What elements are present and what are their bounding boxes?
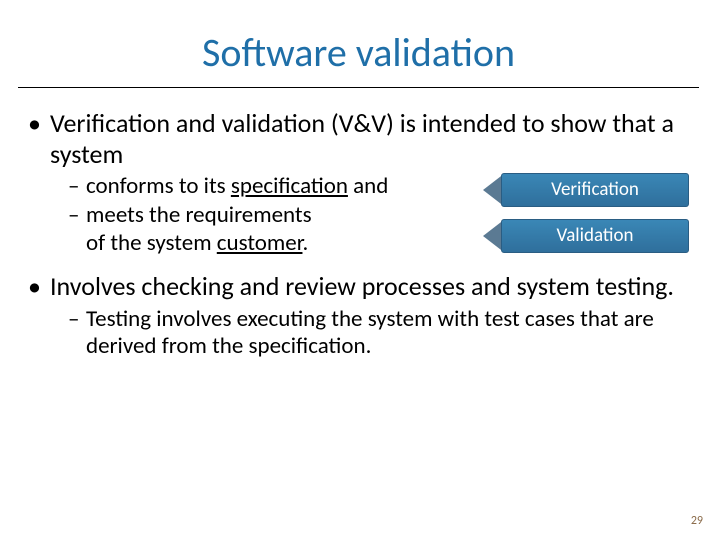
b1s2-l2-pre: of the system bbox=[86, 229, 217, 257]
b2s1-text: Testing involves executing the system wi… bbox=[86, 305, 654, 360]
slide: Software validation Verification and val… bbox=[0, 0, 717, 538]
bullet-1-sub-2: meets the requirements of the system cus… bbox=[68, 202, 469, 256]
b1s1-post: and bbox=[348, 172, 388, 200]
page-number: 29 bbox=[691, 514, 703, 528]
bullet-1: Verification and validation (V&V) is int… bbox=[28, 108, 689, 265]
b1s2-l2-u: customer bbox=[217, 229, 303, 257]
validation-label: Validation bbox=[501, 219, 689, 253]
b1s2-l1: meets the requirements bbox=[86, 201, 312, 229]
verification-label: Verification bbox=[501, 173, 689, 207]
bullet-1-text: Verification and validation (V&V) is int… bbox=[50, 107, 674, 170]
validation-tag: Validation bbox=[483, 219, 689, 253]
bullet-2: Involves checking and review processes a… bbox=[28, 271, 689, 360]
slide-content: Verification and validation (V&V) is int… bbox=[0, 88, 717, 360]
bullet-2-sub-1: Testing involves executing the system wi… bbox=[68, 306, 689, 360]
b1s2-l2-post: . bbox=[302, 229, 308, 257]
verification-tag: Verification bbox=[483, 173, 689, 207]
b1s1-u: specification bbox=[231, 172, 348, 200]
b1s1-pre: conforms to its bbox=[86, 172, 231, 200]
bullet-2-text: Involves checking and review processes a… bbox=[50, 270, 674, 302]
bullet-1-sub-1: conforms to its specification and bbox=[68, 173, 469, 200]
slide-title: Software validation bbox=[0, 0, 717, 87]
